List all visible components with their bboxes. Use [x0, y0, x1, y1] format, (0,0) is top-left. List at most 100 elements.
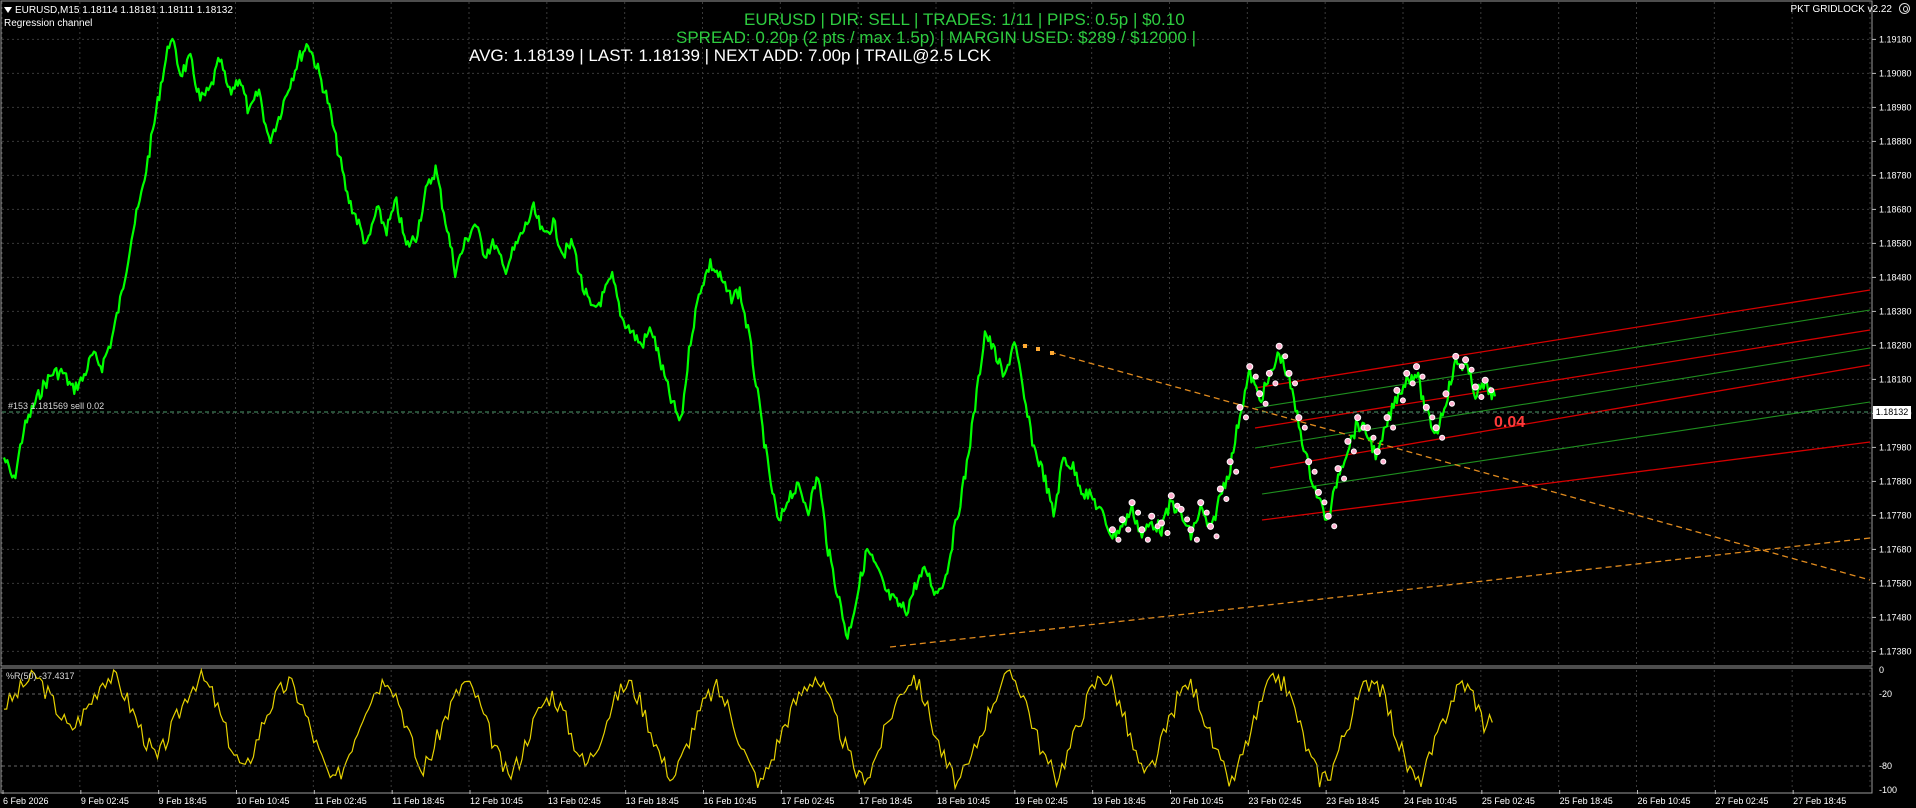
trade-marker — [1148, 512, 1156, 520]
x-tick-label: 16 Feb 10:45 — [704, 796, 757, 806]
x-tick-label: 23 Feb 02:45 — [1248, 796, 1301, 806]
trade-marker — [1350, 448, 1357, 455]
hud-line-1: EURUSD | DIR: SELL | TRADES: 1/11 | PIPS… — [744, 10, 1185, 29]
trade-marker — [1207, 522, 1215, 530]
x-tick-label: 10 Feb 10:45 — [237, 796, 290, 806]
trade-marker — [1383, 414, 1391, 422]
trade-marker — [1314, 488, 1322, 496]
trade-marker — [1462, 356, 1470, 364]
x-tick-label: 6 Feb 2026 — [3, 796, 49, 806]
trade-marker — [1197, 499, 1205, 507]
trade-marker — [1213, 533, 1220, 540]
price-line — [2, 37, 1497, 640]
trade-marker — [1295, 414, 1303, 422]
trade-marker — [1471, 383, 1479, 391]
trade-marker — [1118, 516, 1126, 524]
smiley-icon[interactable] — [1899, 3, 1910, 14]
time-axis[interactable]: 6 Feb 2026 9 Feb 02:45 9 Feb 18:45 10 Feb 1… — [2, 790, 1846, 806]
trade-marker — [1422, 403, 1430, 411]
price-chart[interactable]: 1.19180 1.19080 1.18980 1.18880 1.18780 1.186… — [0, 0, 1916, 808]
trade-marker — [1429, 414, 1436, 421]
trade-marker — [1246, 363, 1254, 371]
trade-marker — [1242, 414, 1249, 421]
trade-marker — [1135, 509, 1142, 516]
indicator-name: Regression channel — [4, 18, 93, 29]
y-tick-label: 1.18880 — [1879, 136, 1912, 146]
y-tick-label: 1.18380 — [1879, 306, 1912, 316]
trade-marker — [1478, 394, 1485, 400]
trade-marker — [1187, 526, 1195, 534]
x-tick-label: 26 Feb 10:45 — [1638, 796, 1691, 806]
y-tick-label: 1.18980 — [1879, 102, 1912, 112]
x-tick-label: 9 Feb 02:45 — [81, 796, 129, 806]
x-tick-label: 24 Feb 10:45 — [1404, 796, 1457, 806]
osc-tick-label: -20 — [1879, 689, 1892, 699]
x-tick-label: 25 Feb 18:45 — [1560, 796, 1613, 806]
channel-green-line — [1254, 309, 1871, 409]
hud-line-3: AVG: 1.18139 | LAST: 1.18139 | NEXT ADD:… — [469, 46, 991, 65]
trend-line-up — [889, 537, 1871, 648]
x-tick-label: 27 Feb 18:45 — [1793, 796, 1846, 806]
x-tick-label: 13 Feb 18:45 — [626, 796, 679, 806]
trade-marker — [1439, 434, 1446, 441]
x-tick-label: 19 Feb 18:45 — [1093, 796, 1146, 806]
trade-marker — [1275, 342, 1283, 350]
x-tick-label: 25 Feb 02:45 — [1482, 796, 1535, 806]
trade-marker — [1390, 424, 1397, 431]
osc-tick-label: -100 — [1879, 785, 1897, 795]
y-tick-label: 1.17380 — [1879, 646, 1912, 656]
trade-marker — [1193, 536, 1200, 543]
trade-marker — [1292, 380, 1299, 387]
swing-marker — [1023, 344, 1027, 348]
trade-marker — [1363, 424, 1371, 432]
x-tick-label: 17 Feb 18:45 — [859, 796, 912, 806]
oscillator-axis: 0 -20 -80 -100 — [1879, 665, 1897, 795]
y-tick-label: 1.17980 — [1879, 442, 1912, 452]
y-tick-label: 1.17680 — [1879, 544, 1912, 554]
y-tick-label: 1.18480 — [1879, 272, 1912, 282]
trade-marker — [1177, 505, 1185, 513]
y-tick-label: 1.18180 — [1879, 374, 1912, 384]
swing-marker — [1050, 351, 1054, 355]
trade-marker — [1344, 437, 1352, 445]
x-tick-label: 13 Feb 02:45 — [548, 796, 601, 806]
x-tick-label: 19 Feb 02:45 — [1015, 796, 1068, 806]
symbol-info: EURUSD,M15 1.18114 1.18181 1.18111 1.181… — [15, 5, 233, 16]
trade-marker — [1399, 397, 1406, 404]
trade-marker — [1233, 468, 1240, 475]
trade-marker — [1223, 496, 1230, 502]
trade-marker — [1285, 369, 1293, 377]
y-tick-label: 1.19180 — [1879, 34, 1912, 44]
regression-channel[interactable] — [1254, 289, 1871, 521]
x-tick-label: 11 Feb 18:45 — [392, 796, 444, 806]
williams-r-line — [3, 667, 1493, 791]
hud-line-2: SPREAD: 0.20p (2 pts / max 1.5p) | MARGI… — [676, 28, 1197, 47]
trend-lines[interactable] — [889, 351, 1871, 648]
current-price-box: 1.18132 — [1873, 406, 1911, 419]
x-tick-label: 27 Feb 02:45 — [1715, 796, 1768, 806]
price-axis[interactable]: 1.19180 1.19080 1.18980 1.18880 1.18780 1.186… — [1872, 34, 1912, 656]
trade-marker — [1108, 526, 1116, 534]
x-tick-label: 18 Feb 10:45 — [937, 796, 990, 806]
trade-marker — [1452, 352, 1460, 360]
x-tick-label: 20 Feb 10:45 — [1171, 796, 1224, 806]
trade-marker — [1203, 509, 1210, 516]
trade-marker — [1262, 400, 1269, 407]
trade-marker — [1311, 468, 1318, 475]
trade-marker — [1370, 434, 1377, 441]
trade-marker — [1488, 387, 1495, 394]
order-label[interactable]: #153 1.181569 sell 0.02 — [8, 401, 104, 411]
ea-name[interactable]: PKT GRIDLOCK v2.22 — [1790, 4, 1892, 15]
trade-marker — [1128, 499, 1136, 507]
trade-marker — [1252, 373, 1259, 380]
trade-marker — [1432, 424, 1440, 432]
y-tick-label: 1.18680 — [1879, 204, 1912, 214]
profit-label: 0.04 — [1494, 414, 1526, 431]
chart-header: EURUSD,M15 1.18114 1.18181 1.18111 1.181… — [4, 4, 233, 30]
price-series — [2, 37, 1497, 640]
dropdown-icon[interactable] — [4, 7, 12, 14]
swing-marker — [1036, 347, 1040, 351]
trade-marker — [1125, 526, 1132, 533]
x-tick-label: 9 Feb 18:45 — [159, 796, 207, 806]
trade-marker — [1481, 376, 1489, 384]
